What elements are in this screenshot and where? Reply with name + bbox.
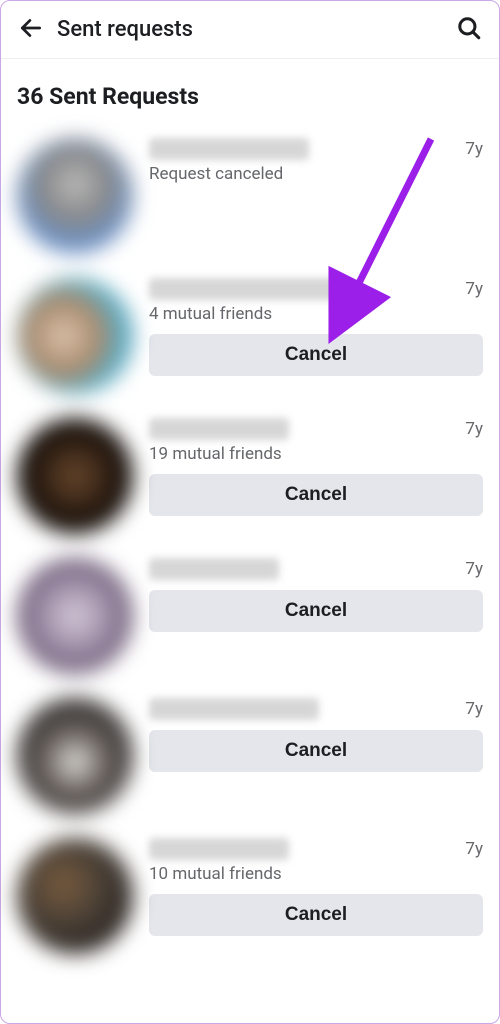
back-button[interactable] (15, 14, 47, 46)
avatar[interactable] (17, 558, 133, 674)
mutual-friends: 10 mutual friends (149, 864, 483, 884)
request-content: 7y 19 mutual friends Cancel (149, 418, 483, 516)
request-header-row: 7y (149, 418, 483, 440)
request-item: 7y 19 mutual friends Cancel (17, 406, 483, 546)
request-time: 7y (465, 279, 483, 299)
request-item: 7y 10 mutual friends Cancel (17, 826, 483, 966)
user-name[interactable] (149, 138, 309, 160)
user-name[interactable] (149, 698, 319, 720)
request-header-row: 7y (149, 698, 483, 720)
search-icon (456, 15, 482, 45)
request-status: Request canceled (149, 164, 483, 184)
cancel-button[interactable]: Cancel (149, 334, 483, 376)
header-bar: Sent requests (1, 1, 499, 59)
page-title: 36 Sent Requests (1, 59, 499, 126)
mutual-friends: 19 mutual friends (149, 444, 483, 464)
request-item: 7y Cancel (17, 686, 483, 826)
request-content: 7y 10 mutual friends Cancel (149, 838, 483, 936)
request-item: 7y 4 mutual friends Cancel (17, 266, 483, 406)
cancel-button[interactable]: Cancel (149, 730, 483, 772)
request-header-row: 7y (149, 838, 483, 860)
avatar[interactable] (17, 138, 133, 254)
request-time: 7y (465, 839, 483, 859)
cancel-button[interactable]: Cancel (149, 474, 483, 516)
request-content: 7y Cancel (149, 558, 483, 632)
request-time: 7y (465, 419, 483, 439)
cancel-button[interactable]: Cancel (149, 590, 483, 632)
request-content: 7y Request canceled (149, 138, 483, 184)
user-name[interactable] (149, 418, 289, 440)
avatar[interactable] (17, 698, 133, 814)
request-item: 7y Cancel (17, 546, 483, 686)
request-header-row: 7y (149, 138, 483, 160)
sent-requests-list: 7y Request canceled 7y 4 mutual friends … (1, 126, 499, 966)
user-name[interactable] (149, 838, 289, 860)
request-item: 7y Request canceled (17, 126, 483, 266)
request-content: 7y Cancel (149, 698, 483, 772)
arrow-left-icon (18, 15, 44, 45)
user-name[interactable] (149, 558, 279, 580)
request-header-row: 7y (149, 558, 483, 580)
cancel-button[interactable]: Cancel (149, 894, 483, 936)
request-time: 7y (465, 699, 483, 719)
header-title: Sent requests (57, 17, 453, 42)
search-button[interactable] (453, 14, 485, 46)
user-name[interactable] (149, 278, 349, 300)
avatar[interactable] (17, 278, 133, 394)
avatar[interactable] (17, 418, 133, 534)
avatar[interactable] (17, 838, 133, 954)
request-header-row: 7y (149, 278, 483, 300)
request-time: 7y (465, 559, 483, 579)
request-time: 7y (465, 139, 483, 159)
mutual-friends: 4 mutual friends (149, 304, 483, 324)
request-content: 7y 4 mutual friends Cancel (149, 278, 483, 376)
